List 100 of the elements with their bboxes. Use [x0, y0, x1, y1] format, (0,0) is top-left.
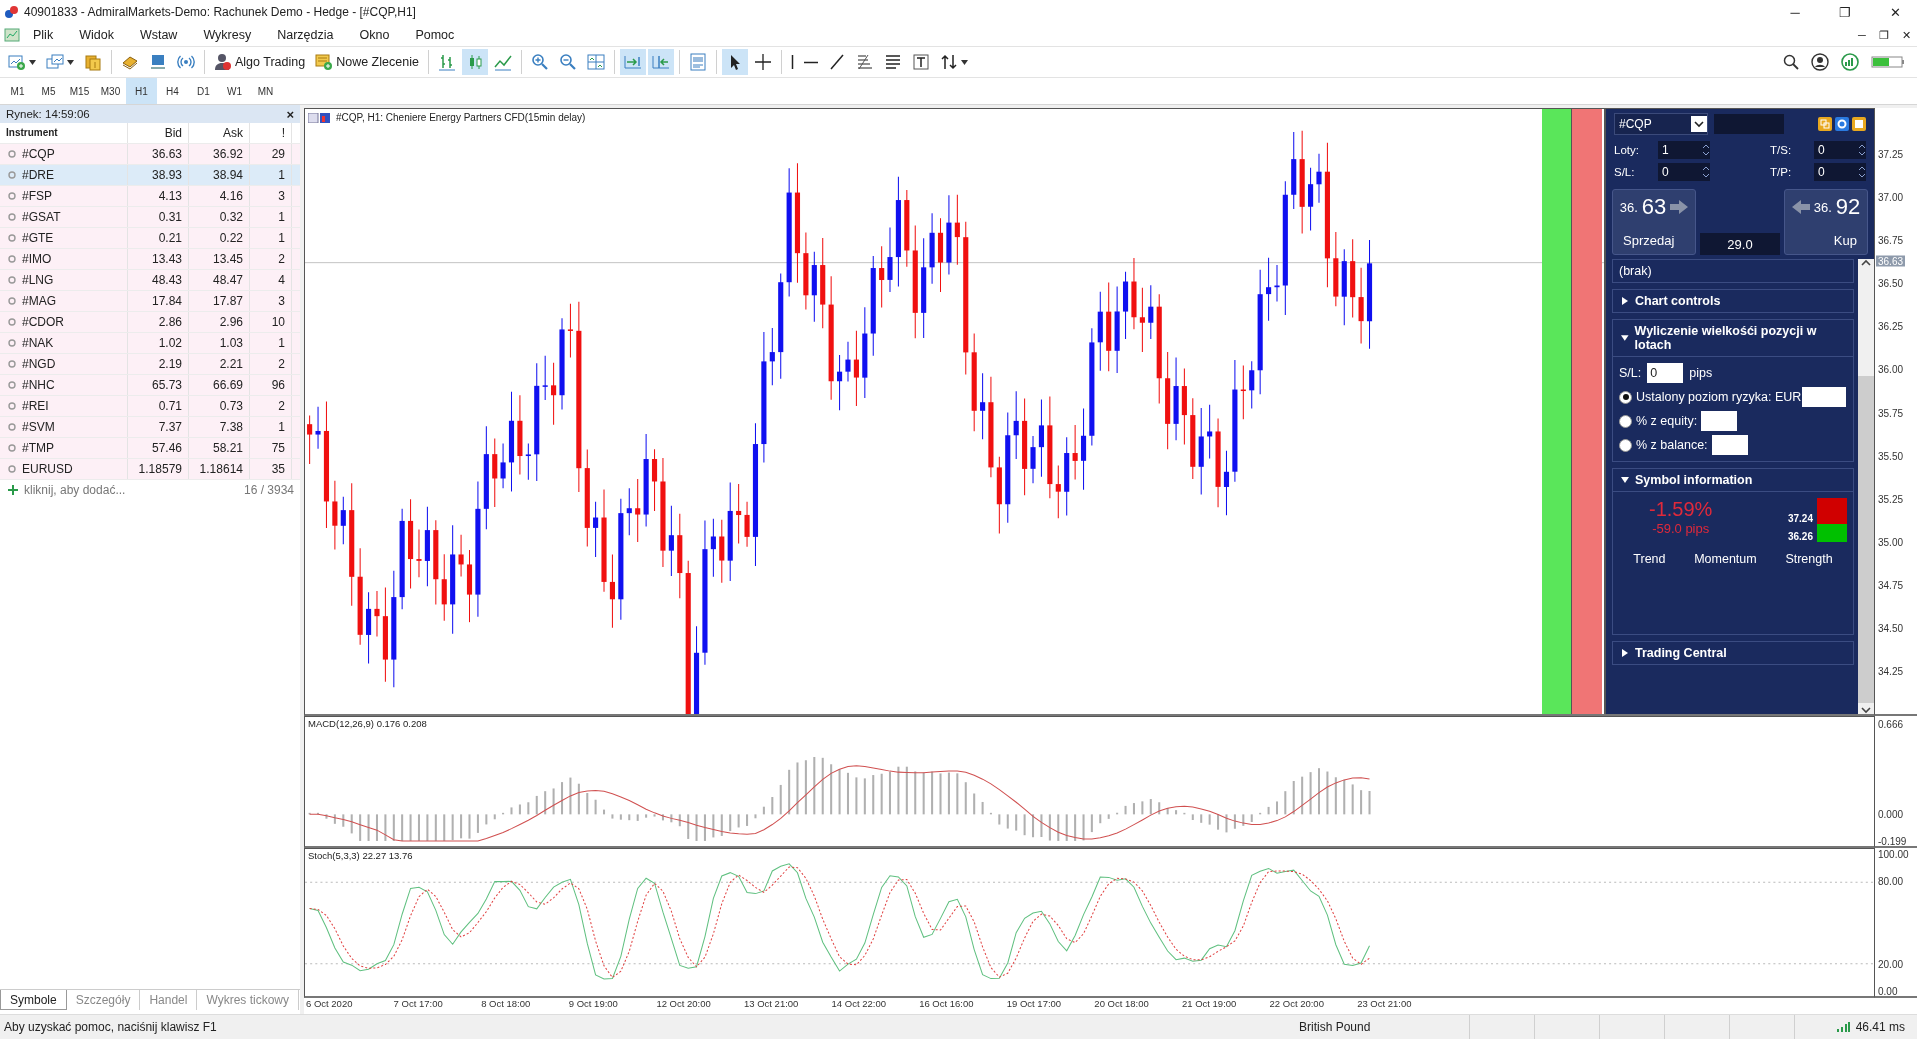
menu-item[interactable]: Okno — [346, 28, 403, 42]
spin-field[interactable]: 0 — [1814, 141, 1866, 159]
table-cell-text: #MAG — [22, 293, 56, 310]
timeframe-button[interactable]: MN — [250, 78, 281, 104]
table-cell: 2.86 — [128, 312, 189, 332]
buy-button[interactable]: 36. 92 Kup — [1784, 189, 1868, 255]
table-cell: 3 — [250, 291, 292, 311]
timeframe-button[interactable]: M1 — [2, 78, 33, 104]
section-header[interactable]: Wyliczenie wielkośći pozycji w lotach — [1613, 320, 1853, 357]
table-cell-text: #CQP — [22, 146, 55, 163]
table-cell-text: #IMO — [22, 251, 52, 268]
window-control[interactable]: ✕ — [1873, 4, 1917, 20]
column-header[interactable]: Ask — [189, 123, 250, 143]
section-header[interactable]: Trading Central — [1613, 642, 1853, 664]
sell-button[interactable]: 36. 63 Sprzedaj — [1612, 189, 1696, 255]
table-cell: 48.43 — [128, 270, 189, 290]
table-cell: 0.71 — [128, 396, 189, 416]
table-row[interactable]: #CDOR 2.86 2.96 10 — [0, 312, 300, 333]
table-row[interactable]: #NAK 1.02 1.03 1 — [0, 333, 300, 354]
column-header[interactable]: ! — [250, 123, 292, 143]
table-row[interactable]: #SVM 7.37 7.38 1 — [0, 417, 300, 438]
table-row[interactable]: #FSP 4.13 4.16 3 — [0, 186, 300, 207]
toolbar-button[interactable]: Algo Trading — [210, 49, 310, 75]
table-row[interactable]: #TMP 57.46 58.21 75 — [0, 438, 300, 459]
unit-label: pips — [1689, 366, 1713, 380]
close-button[interactable]: × — [286, 106, 294, 122]
table-cell: 1.03 — [189, 333, 250, 353]
column-header[interactable]: Instrument — [0, 123, 128, 143]
status-text: British Pound — [1298, 1019, 1372, 1036]
table-cell: 57.46 — [128, 438, 189, 458]
table-cell: 0.31 — [128, 207, 189, 227]
table-row[interactable]: #IMO 13.43 13.45 2 — [0, 249, 300, 270]
table-row[interactable]: #GSAT 0.31 0.32 1 — [0, 207, 300, 228]
indicator-title: Stoch(5,3,3) 22.27 13.76 — [308, 850, 413, 861]
table-row[interactable]: #MAG 17.84 17.87 3 — [0, 291, 300, 312]
menu-item[interactable]: Wykresy — [190, 28, 265, 42]
table-row[interactable]: #NHC 65.73 66.69 96 — [0, 375, 300, 396]
table-cell: 2 — [250, 249, 292, 269]
timeframe-button[interactable]: M5 — [33, 78, 64, 104]
menu-item[interactable]: Narzędzia — [264, 28, 347, 42]
tab[interactable]: Wykres tickowy — [197, 990, 299, 1010]
table-row[interactable]: #LNG 48.43 48.47 4 — [0, 270, 300, 291]
column-header[interactable]: Bid — [128, 123, 189, 143]
spin-field[interactable]: 0 — [1658, 163, 1710, 181]
symbol-dropdown[interactable]: #CQP — [1614, 113, 1708, 135]
tab[interactable]: Symbole — [0, 990, 67, 1010]
axis-label: 34.75 — [1878, 579, 1904, 591]
timeframe-button[interactable]: M30 — [95, 78, 126, 104]
table-cell: 1.02 — [128, 333, 189, 353]
table-cell-text: #FSP — [22, 188, 52, 205]
section-header[interactable]: Chart controls — [1613, 290, 1853, 312]
table-cell-text: #LNG — [22, 272, 54, 289]
percent-change: -1.59% — [1649, 498, 1713, 521]
window-control[interactable]: ✕ — [1895, 28, 1917, 42]
timeframe-button[interactable]: H4 — [157, 78, 188, 104]
section-header[interactable]: Symbol information — [1613, 469, 1853, 492]
input-field[interactable]: 0 — [1647, 363, 1684, 383]
indicator-label: Trend — [1633, 552, 1666, 566]
tab[interactable]: Handel — [140, 990, 198, 1010]
timeframe-button[interactable]: H1 — [126, 78, 157, 104]
empty-note: (brak) — [1618, 263, 1653, 280]
timeframe-button[interactable]: M15 — [64, 78, 95, 104]
table-cell: 29 — [250, 144, 292, 164]
timeframe-button[interactable]: D1 — [188, 78, 219, 104]
table-row[interactable]: #DRE 38.93 38.94 1 — [0, 165, 300, 186]
table-cell: 4.13 — [128, 186, 189, 206]
axis-label: 19 Oct 17:00 — [1005, 998, 1063, 1011]
spin-field[interactable]: 0 — [1814, 163, 1866, 181]
window-title: 40901833 - AdmiralMarkets-Demo: Rachunek Demo - Hedge - [#CQP,H1] — [24, 5, 417, 19]
table-row[interactable]: #REI 0.71 0.73 2 — [0, 396, 300, 417]
table-cell: 38.93 — [128, 165, 189, 185]
timeframe-button[interactable]: W1 — [219, 78, 250, 104]
toolbar-button[interactable]: Nowe Zlecenie — [311, 49, 423, 75]
menu-item[interactable]: Widok — [66, 28, 127, 42]
menu-item[interactable]: Plik — [20, 28, 67, 42]
axis-label: 23 Oct 21:00 — [1356, 998, 1413, 1011]
table-row[interactable]: #CQP 36.63 36.92 29 — [0, 144, 300, 165]
window-control[interactable]: ❐ — [1873, 28, 1895, 42]
tab[interactable]: Szczegóły — [66, 990, 141, 1010]
window-control[interactable]: ─ — [1851, 29, 1873, 41]
low-price: 36.26 — [1787, 531, 1813, 542]
window-control[interactable]: ❐ — [1823, 4, 1867, 20]
axis-label: 16 Oct 16:00 — [918, 998, 975, 1011]
table-cell-text: #SVM — [22, 419, 55, 436]
menu-item[interactable]: Pomoc — [402, 28, 468, 42]
table-cell: 65.73 — [128, 375, 189, 395]
table-row[interactable]: #NGD 2.19 2.21 2 — [0, 354, 300, 375]
table-cell: 17.87 — [189, 291, 250, 311]
window-control[interactable]: ─ — [1773, 4, 1817, 20]
spin-field[interactable]: 1 — [1658, 141, 1710, 159]
table-cell: 36.92 — [189, 144, 250, 164]
add-symbol-link[interactable]: kliknij, aby dodać... — [24, 483, 126, 497]
table-row[interactable]: #GTE 0.21 0.22 1 — [0, 228, 300, 249]
axis-label: 37.25 — [1878, 148, 1904, 160]
table-cell: 1.18579 — [128, 459, 189, 479]
menu-item[interactable]: Wstaw — [126, 28, 191, 42]
indicator-label: Strength — [1785, 552, 1833, 566]
table-row[interactable]: EURUSD 1.18579 1.18614 35 — [0, 459, 300, 480]
axis-label: 34.25 — [1878, 665, 1904, 677]
axis-label: 36.25 — [1878, 320, 1904, 332]
